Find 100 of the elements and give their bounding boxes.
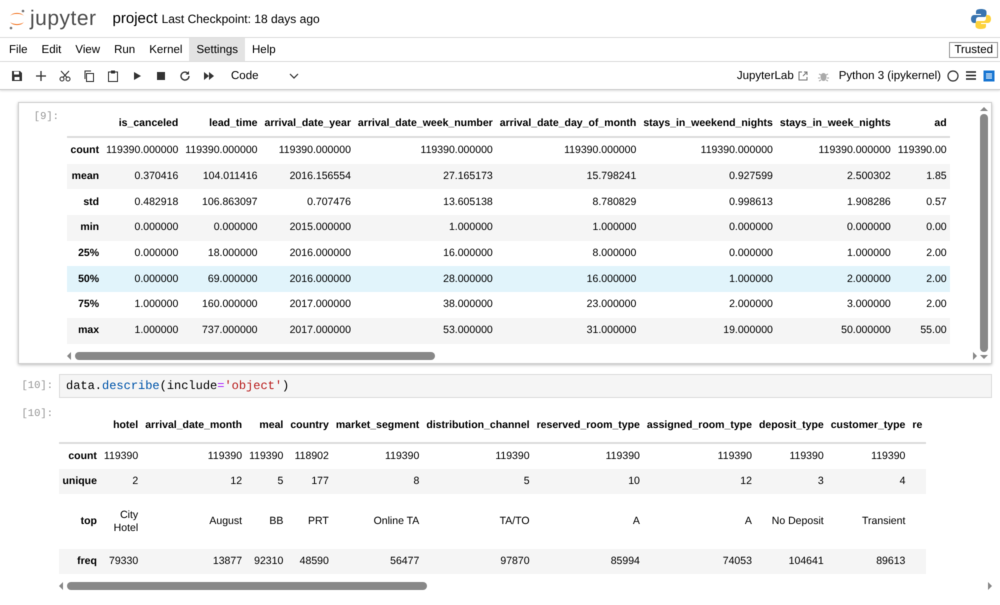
table-cell: 2017.000000 — [261, 292, 354, 318]
table-cell: 0.000000 — [102, 215, 182, 241]
table-cell: 53.000000 — [354, 318, 496, 344]
table-cell: 0.998613 — [640, 189, 776, 216]
table-cell: 27.165173 — [354, 164, 496, 190]
table-cell: 119390.000000 — [354, 137, 496, 164]
external-link-icon[interactable] — [798, 70, 808, 80]
output-prompt: [9]: — [32, 110, 60, 125]
output-prompt: [10]: — [20, 408, 54, 420]
cell-type-label: Code — [231, 70, 258, 82]
table-cell: 12 — [142, 469, 246, 494]
row-label: max — [67, 318, 103, 344]
table-cell: 2016.156554 — [261, 164, 354, 190]
table-cell: 737.000000 — [182, 318, 262, 344]
table-cell: 8.780829 — [496, 189, 640, 216]
table-cell: 2016.000000 — [261, 240, 354, 266]
horizontal-scrollbar[interactable] — [67, 350, 977, 362]
fast-forward-icon[interactable] — [203, 70, 215, 82]
table-cell: 119390 — [533, 443, 644, 469]
menu-item[interactable]: Help — [245, 38, 283, 61]
table-cell: 119390 — [422, 443, 534, 469]
table-cell: 0.927599 — [640, 164, 776, 190]
jupyter-logo-icon — [8, 8, 26, 30]
table-cell: A — [643, 494, 756, 549]
menu-icon[interactable] — [965, 70, 977, 81]
table-cell: 119390.000000 — [640, 137, 776, 164]
table-cell: 10 — [533, 469, 644, 494]
notebook-name[interactable]: project — [112, 10, 158, 27]
table-cell: TA/TO — [422, 494, 534, 549]
table-cell: 1.000000 — [640, 266, 776, 292]
table-cell: 0.000000 — [182, 215, 262, 241]
table-cell: 1.000000 — [496, 215, 640, 241]
table-cell: 79330 — [100, 549, 142, 574]
menu-item[interactable]: Run — [107, 38, 142, 61]
jupyterlab-link[interactable]: JupyterLab — [736, 70, 794, 82]
jupyter-wordmark: jupyter — [30, 6, 97, 30]
table-cell: Online TA — [332, 494, 423, 549]
table-cell: PRT — [286, 494, 332, 549]
table-cell: 74053 — [643, 549, 756, 574]
table-cell: 0.000000 — [640, 215, 776, 241]
table-cell: 2015.000000 — [261, 215, 354, 241]
play-icon[interactable] — [131, 70, 143, 82]
caret-icon — [288, 72, 298, 78]
menu-item[interactable]: View — [68, 38, 108, 61]
table-cell: 28.000000 — [354, 266, 496, 292]
table-cell: 119390.00 — [894, 137, 950, 164]
input-prompt: [10]: — [20, 379, 54, 392]
horizontal-scrollbar[interactable] — [59, 580, 992, 592]
table-cell: A — [533, 494, 644, 549]
table-cell: 13.605138 — [354, 189, 496, 216]
kernel-name[interactable]: Python 3 (ipykernel) — [838, 70, 941, 82]
table-cell: 56477 — [332, 549, 423, 574]
property-inspector-icon[interactable] — [983, 70, 995, 82]
copy-icon[interactable] — [83, 70, 95, 82]
row-label: 25% — [67, 240, 103, 266]
table-cell: 1.908286 — [776, 189, 894, 216]
row-label: unique — [59, 469, 100, 494]
table-cell: 5 — [422, 469, 534, 494]
table-cell: 2016.000000 — [261, 266, 354, 292]
table-cell: 0.000000 — [776, 215, 894, 241]
restart-icon[interactable] — [179, 70, 191, 82]
menu-item[interactable]: Edit — [34, 38, 68, 61]
table-cell: 15.798241 — [496, 164, 640, 190]
table-cell: 119390 — [332, 443, 423, 469]
row-label: 50% — [67, 266, 103, 292]
table-cell: 19.000000 — [640, 318, 776, 344]
table-cell: 2.00 — [894, 292, 950, 318]
row-label: min — [67, 215, 103, 241]
cell-type-dropdown[interactable]: Code — [225, 66, 304, 86]
table-cell: 4 — [827, 469, 909, 494]
table-cell: 69.000000 — [182, 266, 262, 292]
stop-icon[interactable] — [155, 70, 167, 82]
table-cell: 8 — [332, 469, 423, 494]
table-cell: 0.482918 — [102, 189, 182, 216]
table-cell: 92310 — [246, 549, 287, 574]
table-cell: 1.000000 — [102, 292, 182, 318]
add-icon[interactable] — [35, 70, 47, 82]
table-cell: 119390 — [100, 443, 142, 469]
table-cell: 119390.000000 — [102, 137, 182, 164]
paste-icon[interactable] — [107, 70, 119, 82]
row-label: mean — [67, 164, 103, 190]
table-cell: 5 — [246, 469, 287, 494]
table-cell: 48590 — [286, 549, 332, 574]
table-cell: 16.000000 — [496, 266, 640, 292]
table-cell: 119390 — [142, 443, 246, 469]
cut-icon[interactable] — [59, 70, 71, 82]
table-cell: 8.000000 — [496, 240, 640, 266]
checkpoint-status: Last Checkpoint: 18 days ago — [162, 12, 320, 26]
table-cell: 16.000000 — [354, 240, 496, 266]
table-cell: 18.000000 — [182, 240, 262, 266]
save-icon[interactable] — [11, 70, 23, 82]
trusted-indicator[interactable]: Trusted — [949, 42, 998, 58]
table-cell: 104.011416 — [182, 164, 262, 190]
menu-item[interactable]: Kernel — [142, 38, 190, 61]
table-cell: 1.000000 — [354, 215, 496, 241]
table-cell: 2.500302 — [776, 164, 894, 190]
table-cell: 0.57 — [894, 189, 950, 216]
code-input[interactable]: data.describe(include='object') — [59, 374, 992, 398]
menu-item[interactable]: File — [2, 38, 35, 61]
menu-item[interactable]: Settings — [189, 38, 245, 61]
